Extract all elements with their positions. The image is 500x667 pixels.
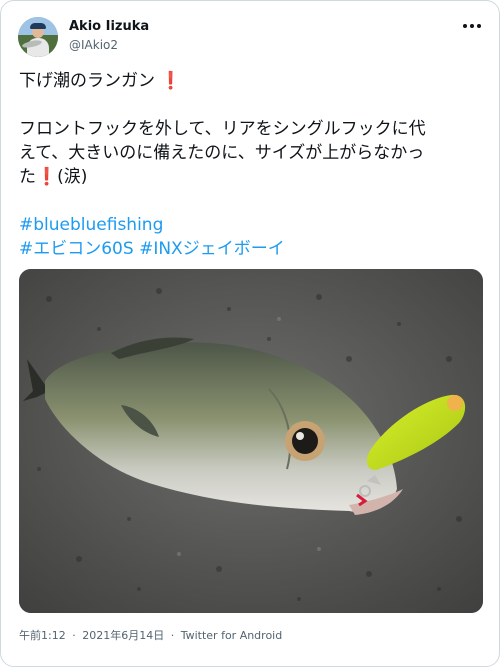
- author-handle[interactable]: @IAkio2: [69, 38, 118, 53]
- tweet-meta: 午前1:12 · 2021年6月14日 · Twitter for Androi…: [19, 629, 282, 643]
- meta-separator: ·: [72, 629, 76, 642]
- lure-head: [447, 395, 463, 411]
- hashtag-link[interactable]: #bluebluefishing: [19, 213, 489, 237]
- avatar-cap: [30, 23, 46, 29]
- tweet-text-line-5: た❗(涙): [19, 165, 489, 189]
- tweet-text-blank: [19, 93, 489, 117]
- tweet-text-line-1: 下げ潮のランガン ❗: [19, 69, 489, 93]
- exclamation-icon: ❗: [36, 167, 58, 187]
- avatar[interactable]: [18, 17, 58, 57]
- tweet-text-line-3: フロントフックを外して、リアをシングルフックに代: [19, 119, 426, 139]
- more-options-icon[interactable]: [463, 19, 485, 33]
- tweet-text-line-4: えて、大きいのに備えたのに、サイズが上がらなかっ: [19, 143, 425, 163]
- hashtag-link[interactable]: #エビコン60S: [19, 239, 134, 259]
- fish-photo-illustration: [19, 269, 483, 613]
- hashtag-link[interactable]: #INXジェイボーイ: [139, 239, 285, 259]
- exclamation-icon: ❗: [160, 71, 182, 91]
- hashtags: #bluebluefishing #エビコン60S #INXジェイボーイ: [19, 213, 489, 261]
- hashtag-row: #エビコン60S #INXジェイボーイ: [19, 237, 489, 261]
- tweet-text: 下げ潮のランガン ❗ フロントフックを外して、リアをシングルフックに代 えて、大…: [19, 69, 489, 189]
- tweet-photo[interactable]: [19, 269, 483, 613]
- fish-eye-glint: [296, 432, 304, 440]
- tweet-text-part: (涙): [57, 167, 88, 187]
- tweet-time[interactable]: 午前1:12: [19, 629, 66, 642]
- tweet-source[interactable]: Twitter for Android: [181, 629, 283, 642]
- tweet-text-part: た: [19, 167, 36, 187]
- author-name[interactable]: Akio Iizuka: [69, 19, 149, 35]
- fish-eye: [292, 428, 318, 454]
- tweet-text-part: 下げ潮のランガン: [19, 71, 155, 91]
- tweet-date[interactable]: 2021年6月14日: [82, 629, 164, 642]
- meta-separator: ·: [170, 629, 175, 642]
- tweet-card[interactable]: Akio Iizuka @IAkio2 下げ潮のランガン ❗ フロントフックを外…: [0, 0, 500, 667]
